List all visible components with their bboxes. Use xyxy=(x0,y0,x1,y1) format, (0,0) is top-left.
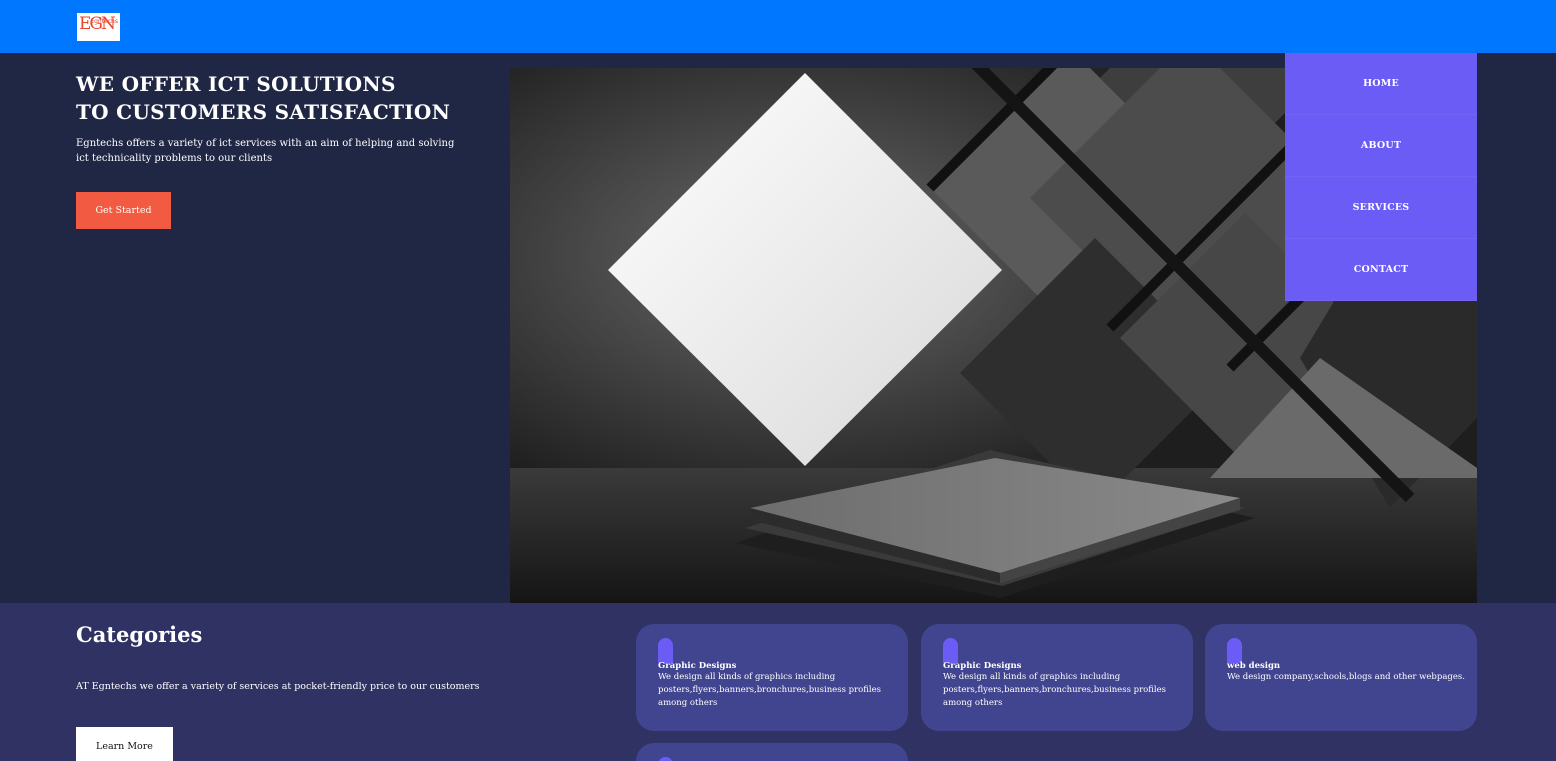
categories-section: Categories AT Egntechs we offer a variet… xyxy=(0,603,1556,761)
pill-icon xyxy=(658,757,673,761)
card-title: Graphic Designs xyxy=(658,661,737,671)
category-card[interactable]: web design We design company,schools,blo… xyxy=(1205,624,1477,731)
top-navbar: EGN Egntechs xyxy=(0,0,1556,53)
hero-description: Egntechs offers a variety of ict service… xyxy=(76,138,455,164)
egntechs-logo[interactable]: EGN Egntechs xyxy=(77,13,120,41)
pill-icon xyxy=(1227,638,1242,663)
nav-item-home[interactable]: HOME xyxy=(1285,53,1477,115)
nav-item-about[interactable]: ABOUT xyxy=(1285,115,1477,177)
hero-title: WE OFFER ICT SOLUTIONS TO CUSTOMERS SATI… xyxy=(76,70,496,126)
nav-item-contact[interactable]: CONTACT xyxy=(1285,239,1477,301)
card-title: web design xyxy=(1227,661,1281,671)
categories-title: Categories xyxy=(76,622,203,647)
hero-title-line1: WE OFFER ICT SOLUTIONS xyxy=(76,72,396,96)
get-started-button[interactable]: Get Started xyxy=(76,192,171,229)
card-description: We design all kinds of graphics includin… xyxy=(658,672,882,708)
logo-subtext: Egntechs xyxy=(90,18,118,25)
category-card[interactable]: Graphic Designs We design all kinds of g… xyxy=(636,624,908,731)
categories-description: AT Egntechs we offer a variety of servic… xyxy=(76,681,480,692)
nav-menu: HOME ABOUT SERVICES CONTACT xyxy=(1285,53,1477,301)
pill-icon xyxy=(943,638,958,663)
card-description: We design company,schools,blogs and othe… xyxy=(1227,672,1465,682)
learn-more-button[interactable]: Learn More xyxy=(76,727,173,761)
hero-title-line2: TO CUSTOMERS SATISFACTION xyxy=(76,100,451,124)
card-description: We design all kinds of graphics includin… xyxy=(943,672,1167,708)
nav-item-services[interactable]: SERVICES xyxy=(1285,177,1477,239)
pill-icon xyxy=(658,638,673,663)
card-title: Graphic Designs xyxy=(943,661,1022,671)
category-card[interactable]: Graphic Designs We design all kinds of g… xyxy=(921,624,1193,731)
category-card-partial[interactable] xyxy=(636,743,908,761)
